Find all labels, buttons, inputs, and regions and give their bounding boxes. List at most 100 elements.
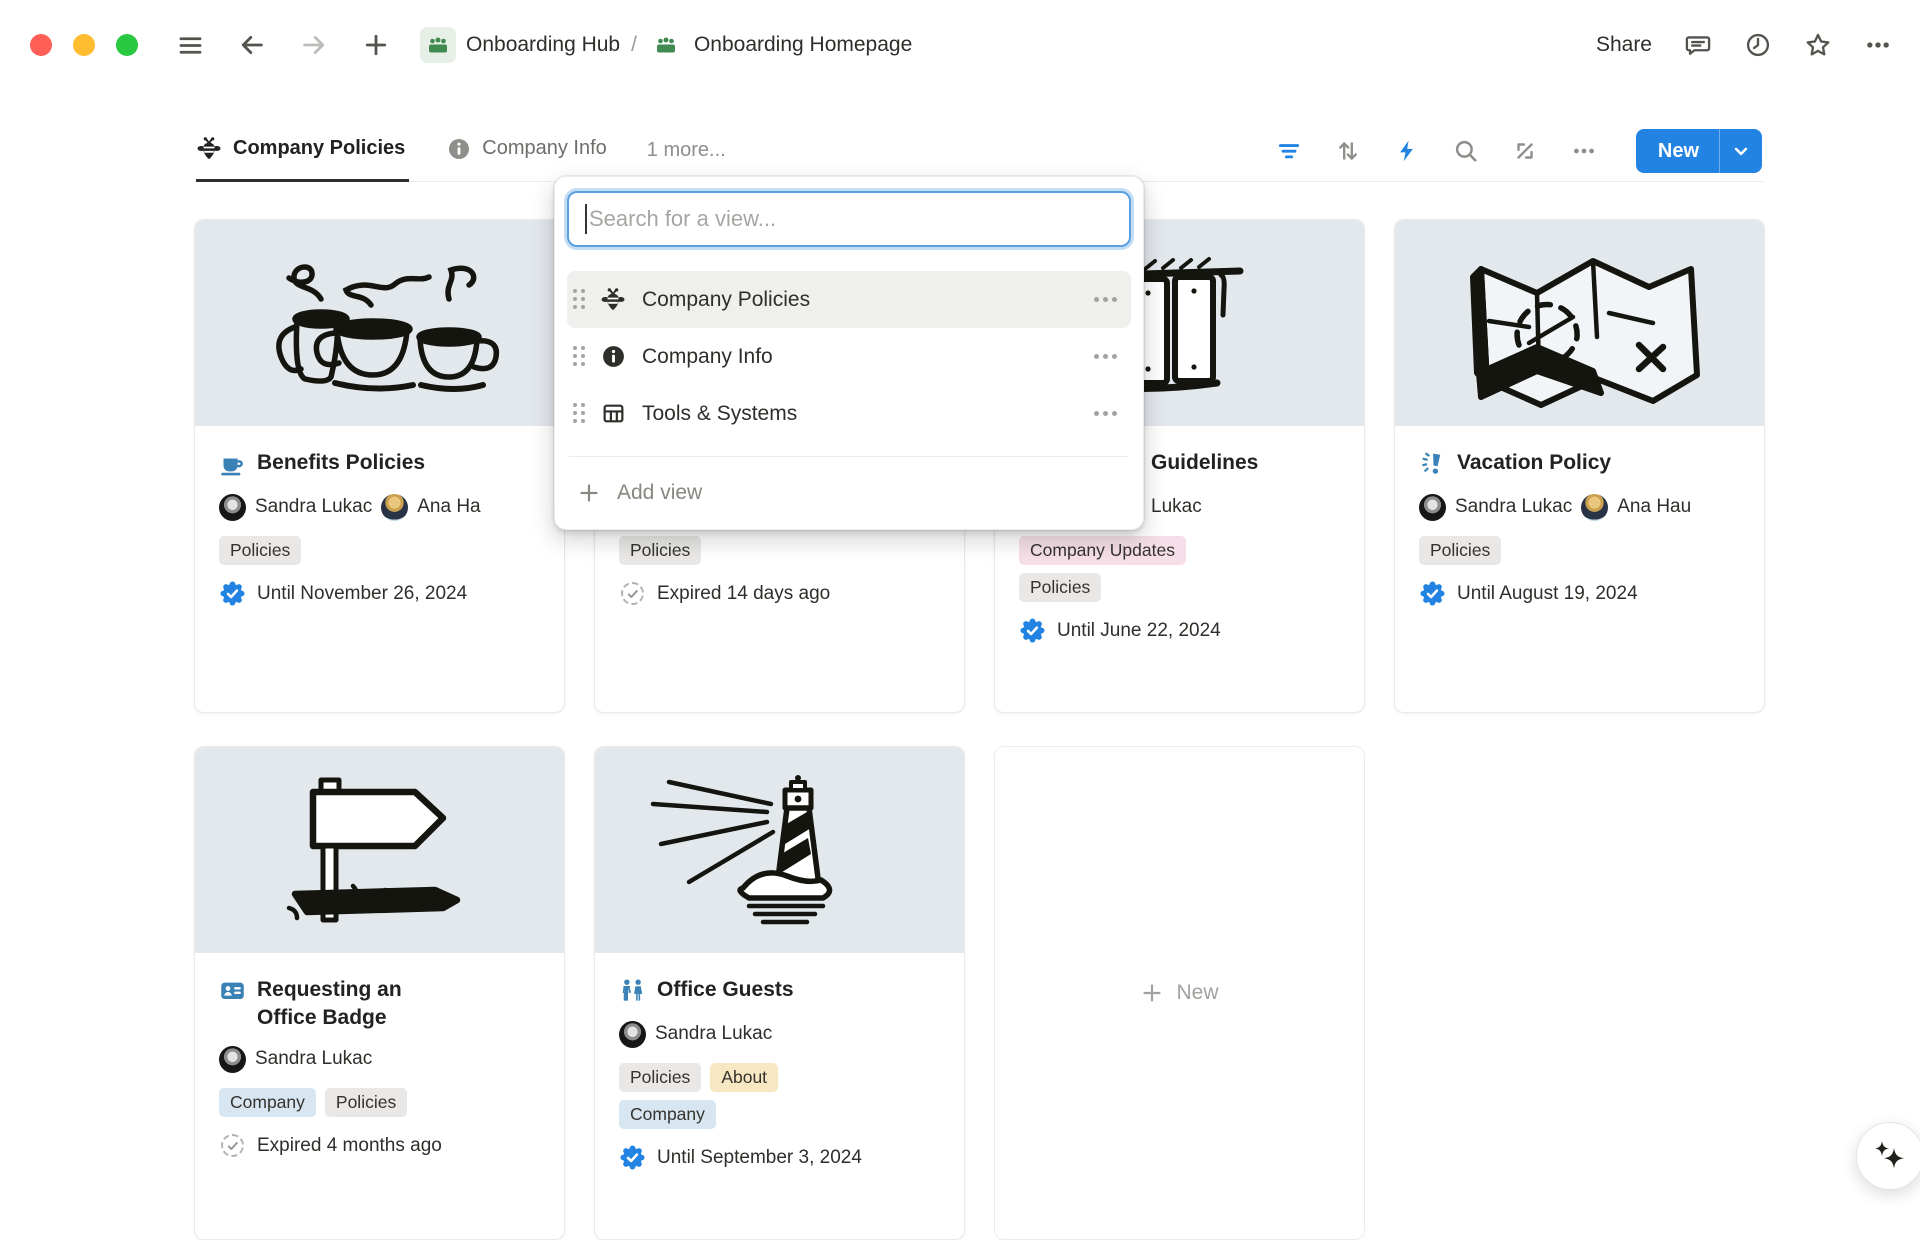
bee-icon	[600, 287, 626, 313]
menu-icon[interactable]	[176, 31, 204, 59]
tag-policies: Policies	[219, 536, 301, 565]
filter-icon[interactable]	[1276, 138, 1302, 164]
card-authors: Sandra Lukac	[619, 1019, 964, 1049]
tab-label: Company Policies	[233, 137, 405, 160]
drag-handle-icon[interactable]	[573, 289, 586, 310]
new-button[interactable]: New	[1636, 129, 1762, 173]
card-benefits-policies[interactable]: Benefits Policies Sandra Lukac Ana Ha Po…	[194, 219, 565, 713]
card-status: Until June 22, 2024	[1057, 620, 1221, 642]
share-button[interactable]: Share	[1596, 33, 1652, 57]
new-card-button[interactable]: New	[994, 746, 1365, 1240]
sun-alert-icon	[1419, 450, 1446, 477]
add-view-label: Add view	[617, 481, 702, 505]
history-clock-icon[interactable]	[1744, 31, 1772, 59]
author-name: Sandra Lukac	[255, 1048, 372, 1070]
plus-icon	[577, 481, 601, 505]
breadcrumb-separator: /	[631, 33, 637, 57]
plus-icon	[1140, 981, 1164, 1005]
tag-policies: Policies	[1419, 536, 1501, 565]
back-arrow-icon[interactable]	[238, 31, 266, 59]
drag-handle-icon[interactable]	[573, 346, 586, 367]
breadcrumb-label: Onboarding Homepage	[694, 33, 912, 57]
new-button-label: New	[1636, 140, 1719, 163]
tag-policies: Policies	[1019, 573, 1101, 602]
info-icon	[447, 137, 471, 161]
breadcrumb: Onboarding Hub / Onboarding Homepage	[420, 27, 912, 63]
tab-company-policies[interactable]: Company Policies	[196, 120, 409, 182]
tag-company: Company	[619, 1100, 716, 1129]
more-ellipsis-icon[interactable]	[1864, 31, 1892, 59]
verified-badge-icon	[219, 580, 246, 607]
expired-check-icon	[219, 1132, 246, 1159]
sort-icon[interactable]	[1335, 138, 1361, 164]
verified-badge-icon	[1019, 617, 1046, 644]
card-title: Vacation Policy	[1457, 449, 1611, 477]
bee-icon	[196, 136, 222, 162]
tab-company-info[interactable]: Company Info	[447, 120, 611, 182]
star-icon[interactable]	[1804, 31, 1832, 59]
view-item-company-info[interactable]: Company Info	[567, 328, 1131, 385]
more-ellipsis-icon[interactable]	[1571, 138, 1597, 164]
avatar-sandra-lukac	[1419, 494, 1446, 521]
comment-icon[interactable]	[1684, 31, 1712, 59]
card-cover-lighthouse-doodle	[595, 747, 964, 953]
author-name: Sandra Lukac	[255, 496, 372, 518]
dropdown-divider	[569, 456, 1129, 457]
breadcrumb-item-hub[interactable]: Onboarding Hub	[420, 27, 620, 63]
view-label: Tools & Systems	[642, 402, 1086, 426]
id-badge-icon	[219, 977, 246, 1004]
card-title: Office Guests	[657, 976, 794, 1004]
view-options-icon[interactable]	[1090, 350, 1121, 363]
card-title: Requesting an Office Badge	[257, 976, 422, 1031]
card-cover-folded-map-doodle	[1395, 220, 1764, 426]
avatar-sandra-lukac	[219, 494, 246, 521]
search-icon[interactable]	[1453, 138, 1479, 164]
card-requesting-office-badge[interactable]: Requesting an Office Badge Sandra Lukac …	[194, 746, 565, 1240]
view-label: Company Policies	[642, 288, 1086, 312]
forward-arrow-icon[interactable]	[300, 31, 328, 59]
card-title: Benefits Policies	[257, 449, 425, 477]
view-options-icon[interactable]	[1090, 293, 1121, 306]
card-status: Until September 3, 2024	[657, 1147, 862, 1169]
add-view-button[interactable]: Add view	[567, 467, 1131, 519]
breadcrumb-item-homepage[interactable]: Onboarding Homepage	[648, 27, 912, 63]
expand-icon[interactable]	[1512, 138, 1538, 164]
tag-company: Company	[219, 1088, 316, 1117]
close-window-button[interactable]	[30, 34, 52, 56]
chevron-down-icon[interactable]	[1720, 129, 1762, 173]
breadcrumb-label: Onboarding Hub	[466, 33, 620, 57]
author-name: Ana Hau	[1617, 496, 1691, 518]
minimize-window-button[interactable]	[73, 34, 95, 56]
view-search-input[interactable]: Search for a view...	[567, 191, 1131, 247]
card-status: Until November 26, 2024	[257, 583, 467, 605]
view-item-company-policies[interactable]: Company Policies	[567, 271, 1131, 328]
sparkles-icon	[1869, 1135, 1911, 1177]
text-caret	[585, 204, 587, 234]
new-page-icon[interactable]	[362, 31, 390, 59]
tag-about: About	[710, 1063, 778, 1092]
ai-sparkle-button[interactable]	[1856, 1122, 1920, 1190]
card-cover-coffee-mugs-doodle	[195, 220, 564, 426]
drag-handle-icon[interactable]	[573, 403, 586, 424]
table-icon	[600, 401, 626, 427]
view-options-icon[interactable]	[1090, 407, 1121, 420]
window-controls	[30, 34, 138, 56]
view-switcher-dropdown: Search for a view... Company Policies Co…	[554, 176, 1144, 530]
author-name: Sandra Lukac	[655, 1023, 772, 1045]
avatar-ana	[1581, 494, 1608, 521]
view-label: Company Info	[642, 345, 1086, 369]
people-group-icon	[420, 27, 456, 63]
card-vacation-policy[interactable]: Vacation Policy Sandra Lukac Ana Hau Pol…	[1394, 219, 1765, 713]
zap-icon[interactable]	[1394, 138, 1420, 164]
more-views-button[interactable]: 1 more...	[647, 120, 726, 182]
search-placeholder: Search for a view...	[589, 206, 776, 232]
verified-badge-icon	[1419, 580, 1446, 607]
view-item-tools-systems[interactable]: Tools & Systems	[567, 385, 1131, 442]
zoom-window-button[interactable]	[116, 34, 138, 56]
titlebar: Onboarding Hub / Onboarding Homepage Sha…	[0, 0, 1920, 90]
new-card-label: New	[1176, 981, 1218, 1005]
card-office-guests[interactable]: Office Guests Sandra Lukac Policies Abou…	[594, 746, 965, 1240]
tag-policies: Policies	[619, 536, 701, 565]
expired-check-icon	[619, 580, 646, 607]
card-authors: Sandra Lukac Ana Ha	[219, 492, 564, 522]
